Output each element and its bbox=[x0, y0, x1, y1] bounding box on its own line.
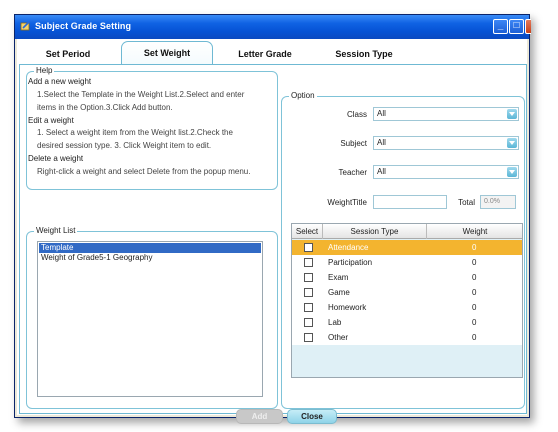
row-select-checkbox[interactable] bbox=[304, 303, 313, 312]
weight-cell[interactable]: 0 bbox=[472, 255, 476, 270]
session-type-grid: Select Session Type Weight Attendance 0 … bbox=[291, 223, 523, 378]
chevron-down-icon[interactable] bbox=[507, 138, 517, 148]
total-label: Total bbox=[458, 198, 475, 207]
column-header-session-type[interactable]: Session Type bbox=[323, 224, 427, 239]
teacher-label: Teacher bbox=[338, 168, 367, 177]
tab-set-weight[interactable]: Set Weight bbox=[121, 41, 213, 65]
weight-title-label: WeightTitle bbox=[327, 198, 367, 207]
tab-set-period[interactable]: Set Period bbox=[35, 45, 101, 63]
dialog-body: Set Period Set Weight Letter Grade Sessi… bbox=[17, 39, 527, 424]
help-group: Help Add a new weight 1.Select the Templ… bbox=[26, 66, 278, 190]
row-select-checkbox[interactable] bbox=[304, 333, 313, 342]
table-row[interactable]: Attendance 0 bbox=[292, 240, 522, 255]
session-type-cell: Attendance bbox=[328, 243, 369, 252]
teacher-select[interactable]: All bbox=[373, 165, 519, 179]
close-button[interactable]: Close bbox=[287, 409, 337, 424]
tab-bar: Set Period Set Weight Letter Grade Sessi… bbox=[17, 39, 527, 66]
row-select-checkbox[interactable] bbox=[304, 258, 313, 267]
add-button[interactable]: Add bbox=[236, 409, 283, 424]
weight-listbox[interactable]: Template Weight of Grade5-1 Geography bbox=[37, 241, 263, 397]
maximize-icon[interactable]: □ bbox=[509, 19, 524, 34]
chevron-down-icon[interactable] bbox=[507, 109, 517, 119]
row-select-checkbox[interactable] bbox=[304, 273, 313, 282]
title-bar[interactable]: Subject Grade Setting _ □ bbox=[15, 15, 531, 39]
session-type-cell: Exam bbox=[328, 273, 349, 282]
table-row[interactable]: Game 0 bbox=[292, 285, 522, 300]
session-type-cell: Homework bbox=[328, 303, 367, 312]
class-select-value: All bbox=[377, 109, 386, 118]
session-type-cell: Other bbox=[328, 333, 349, 342]
table-row[interactable]: Homework 0 bbox=[292, 300, 522, 315]
help-edit-title: Edit a weight bbox=[28, 116, 74, 125]
subject-label: Subject bbox=[340, 139, 367, 148]
total-field: 0.0% bbox=[480, 195, 516, 209]
weight-title-input[interactable] bbox=[373, 195, 447, 209]
weight-cell[interactable]: 0 bbox=[472, 240, 476, 255]
option-legend: Option bbox=[289, 91, 317, 100]
class-label: Class bbox=[346, 110, 367, 119]
help-add-title: Add a new weight bbox=[28, 77, 92, 86]
table-row[interactable]: Other 0 bbox=[292, 330, 522, 345]
set-weight-panel: Help Add a new weight 1.Select the Templ… bbox=[19, 64, 527, 414]
session-type-cell: Participation bbox=[328, 258, 373, 267]
row-select-checkbox[interactable] bbox=[304, 318, 313, 327]
weight-cell[interactable]: 0 bbox=[472, 330, 476, 345]
table-row[interactable]: Lab 0 bbox=[292, 315, 522, 330]
weight-cell[interactable]: 0 bbox=[472, 270, 476, 285]
weight-cell[interactable]: 0 bbox=[472, 300, 476, 315]
subject-grade-setting-window: Subject Grade Setting _ □ Set Period Set… bbox=[14, 14, 531, 424]
weight-list-group: Weight List Template Weight of Grade5-1 … bbox=[26, 226, 278, 409]
app-icon bbox=[20, 21, 30, 31]
table-row[interactable]: Exam 0 bbox=[292, 270, 522, 285]
table-row[interactable]: Participation 0 bbox=[292, 255, 522, 270]
column-header-select[interactable]: Select bbox=[292, 224, 323, 239]
tab-letter-grade[interactable]: Letter Grade bbox=[229, 45, 301, 63]
help-edit-line2: desired session type. 3. Click Weight it… bbox=[37, 141, 212, 150]
help-add-line1: 1.Select the Template in the Weight List… bbox=[37, 90, 245, 99]
option-group: Option Class All Subject All Teacher All… bbox=[281, 91, 525, 409]
help-add-line2: items in the Option.3.Click Add button. bbox=[37, 103, 173, 112]
window-title: Subject Grade Setting bbox=[35, 21, 132, 31]
minimize-icon[interactable]: _ bbox=[493, 19, 508, 34]
subject-select-value: All bbox=[377, 138, 386, 147]
weight-list-item[interactable]: Template bbox=[39, 243, 261, 253]
help-legend: Help bbox=[34, 66, 55, 75]
weight-cell[interactable]: 0 bbox=[472, 315, 476, 330]
tab-session-type[interactable]: Session Type bbox=[323, 45, 405, 63]
grid-header: Select Session Type Weight bbox=[292, 224, 522, 239]
teacher-select-value: All bbox=[377, 167, 386, 176]
weight-cell[interactable]: 0 bbox=[472, 285, 476, 300]
weight-list-legend: Weight List bbox=[34, 226, 78, 235]
class-select[interactable]: All bbox=[373, 107, 519, 121]
row-select-checkbox[interactable] bbox=[304, 288, 313, 297]
subject-select[interactable]: All bbox=[373, 136, 519, 150]
close-icon[interactable] bbox=[525, 19, 531, 34]
chevron-down-icon[interactable] bbox=[507, 167, 517, 177]
help-delete-line1: Right-click a weight and select Delete f… bbox=[37, 167, 251, 176]
column-header-weight[interactable]: Weight bbox=[427, 224, 523, 239]
help-edit-line1: 1. Select a weight item from the Weight … bbox=[37, 128, 233, 137]
weight-list-item[interactable]: Weight of Grade5-1 Geography bbox=[39, 253, 261, 263]
session-type-cell: Lab bbox=[328, 318, 342, 327]
session-type-cell: Game bbox=[328, 288, 350, 297]
help-delete-title: Delete a weight bbox=[28, 154, 84, 163]
row-select-checkbox[interactable] bbox=[304, 243, 313, 252]
